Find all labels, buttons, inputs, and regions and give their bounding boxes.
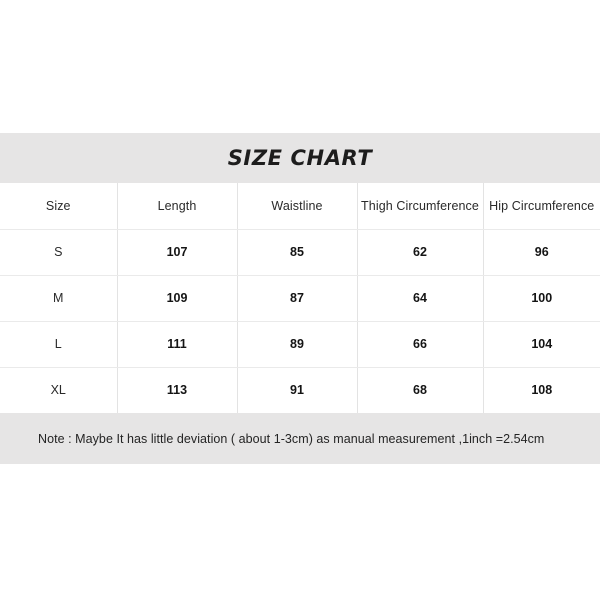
column-header-thigh-circumference: Thigh Circumference [357,183,484,230]
column-header-length: Length [117,183,238,230]
cell-thigh: 64 [357,275,484,322]
size-chart-title-band: SIZE CHART [0,133,600,183]
column-header-size: Size [0,183,118,230]
cell-waistline: 91 [237,367,358,413]
table-row: S 107 85 62 96 [0,229,600,276]
cell-waistline: 89 [237,321,358,368]
column-header-waistline: Waistline [237,183,358,230]
measurement-note: Note : Maybe It has little deviation ( a… [38,431,545,446]
cell-length: 109 [117,275,238,322]
cell-hip: 96 [483,229,600,276]
cell-size: M [0,275,118,322]
cell-waistline: 87 [237,275,358,322]
table-row: M 109 87 64 100 [0,275,600,322]
cell-waistline: 85 [237,229,358,276]
page-title: SIZE CHART [227,146,373,170]
table-header-row: Size Length Waistline Thigh Circumferenc… [0,183,600,230]
cell-thigh: 62 [357,229,484,276]
cell-length: 107 [117,229,238,276]
size-chart-note-band: Note : Maybe It has little deviation ( a… [0,413,600,464]
size-table: Size Length Waistline Thigh Circumferenc… [0,183,600,413]
cell-hip: 104 [483,321,600,368]
cell-size: XL [0,367,118,413]
column-header-hip-circumference: Hip Circumference [483,183,600,230]
cell-length: 111 [117,321,238,368]
cell-length: 113 [117,367,238,413]
cell-hip: 100 [483,275,600,322]
cell-size: S [0,229,118,276]
cell-hip: 108 [531,383,553,398]
size-chart: SIZE CHART Size Length Waistline Thigh C… [0,133,600,464]
table-row: XL 113 91 68 108 [0,367,600,413]
cell-size: L [0,321,118,368]
cell-thigh: 66 [357,321,484,368]
table-row: L 111 89 66 104 [0,321,600,368]
cell-thigh: 68 [357,367,484,413]
